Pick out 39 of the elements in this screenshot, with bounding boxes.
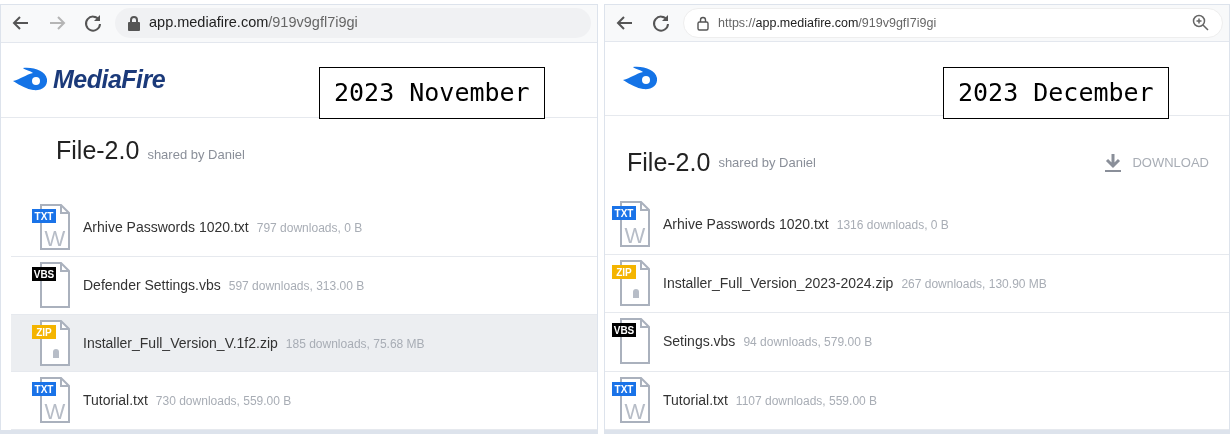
- file-name: Arhive Passwords 1020.txt: [663, 215, 829, 235]
- folder-title: File-2.0: [56, 135, 140, 167]
- file-row[interactable]: ZIP Installer_Full_Version_V.1f2.zip 185 downloads, 75.68 MB: [11, 314, 597, 373]
- folder-title: File-2.0: [627, 147, 711, 179]
- address-bar[interactable]: app.mediafire.com/919v9gfl7i9gi: [115, 8, 591, 39]
- file-row[interactable]: VBS Setings.vbs 94 downloads, 579.00 B: [605, 313, 1229, 372]
- url-text: app.mediafire.com/919v9gfl7i9gi: [149, 13, 358, 33]
- file-name: Tutorial.txt: [83, 391, 148, 411]
- file-name: Defender Settings.vbs: [83, 276, 221, 296]
- file-name: Installer_Full_Version_2023-2024.zip: [663, 273, 894, 293]
- download-icon: [1104, 153, 1123, 174]
- file-row[interactable]: ZIP Installer_Full_Version_2023-2024.zip 267 downloads, 130.90 MB: [605, 254, 1229, 314]
- address-bar[interactable]: https://app.mediafire.com/919v9gfI7i9gi: [683, 8, 1223, 38]
- file-info: 94 downloads, 579.00 B: [743, 334, 873, 352]
- file-info: 597 downloads, 313.00 B: [228, 278, 365, 296]
- file-row[interactable]: VBS Defender Settings.vbs 597 downloads, 313.00 B: [11, 257, 597, 315]
- logo[interactable]: MediaFire: [11, 61, 166, 99]
- file-info: 267 downloads, 130.90 MB: [901, 275, 1047, 293]
- shared-by-text: shared by Daniel: [147, 146, 245, 165]
- file-row[interactable]: TXT W Arhive Passwords 1020.txt 797 downloads, 0 B: [11, 199, 597, 258]
- file-name: Arhive Passwords 1020.txt: [83, 218, 249, 238]
- file-row[interactable]: TXT W Tutorial.txt 1107 downloads, 559.00 B: [605, 371, 1229, 430]
- file-row[interactable]: TXT W Tutorial.txt 730 downloads, 559.00 B: [11, 372, 597, 430]
- lock-icon: [696, 15, 710, 31]
- lock-icon: [127, 15, 141, 32]
- file-info: 185 downloads, 75.68 MB: [285, 335, 425, 353]
- shared-by-text: shared by Daniel: [718, 154, 816, 173]
- file-name: Setings.vbs: [663, 332, 736, 352]
- zoom-icon[interactable]: [1192, 14, 1210, 32]
- file-name: Tutorial.txt: [663, 390, 728, 410]
- file-info: 797 downloads, 0 B: [256, 220, 363, 238]
- date-label: 2023 December: [943, 67, 1169, 119]
- file-info: 1107 downloads, 559.00 B: [735, 392, 878, 410]
- file-info: 1316 downloads, 0 B: [836, 217, 949, 235]
- file-row[interactable]: TXT W Arhive Passwords 1020.txt 1316 downloads, 0 B: [605, 196, 1229, 255]
- file-info: 730 downloads, 559.00 B: [155, 393, 292, 411]
- file-name: Installer_Full_Version_V.1f2.zip: [83, 333, 278, 353]
- url-text: https://app.mediafire.com/919v9gfI7i9gi: [718, 14, 937, 32]
- date-label: 2023 November: [319, 67, 545, 119]
